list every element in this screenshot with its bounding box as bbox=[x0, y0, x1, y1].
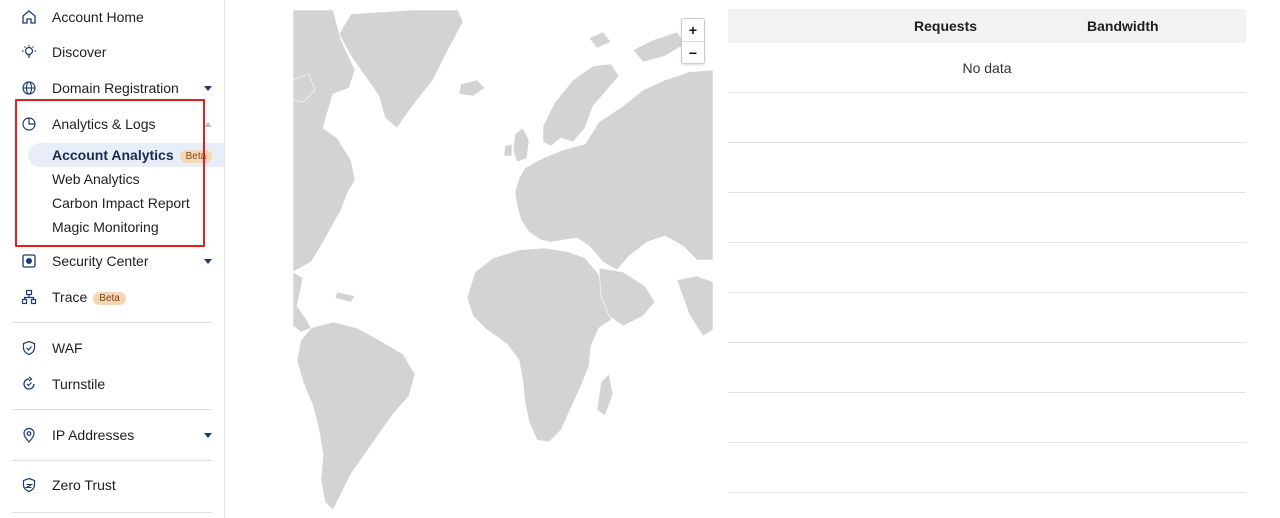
landmass-eurasia bbox=[514, 69, 713, 271]
lightbulb-icon bbox=[20, 43, 38, 61]
sidebar-item-waf[interactable]: WAF bbox=[0, 331, 224, 365]
sidebar-item-label: Turnstile bbox=[52, 376, 106, 392]
column-header-requests[interactable]: Requests bbox=[914, 18, 977, 34]
divider bbox=[12, 409, 212, 410]
beta-badge: Beta bbox=[93, 291, 126, 305]
zero-trust-icon bbox=[20, 476, 38, 494]
table-row-divider bbox=[728, 92, 1246, 93]
landmass-india bbox=[676, 275, 713, 337]
sidebar-item-label: Discover bbox=[52, 44, 107, 60]
table-row-divider bbox=[728, 192, 1246, 193]
highlight-box bbox=[15, 99, 205, 247]
sidebar: Account Home Discover Domain Registratio… bbox=[0, 0, 225, 518]
traffic-table: Requests Bandwidth bbox=[728, 9, 1246, 43]
divider bbox=[12, 322, 212, 323]
divider bbox=[12, 460, 212, 461]
divider bbox=[12, 512, 212, 513]
landmass-caribbean bbox=[334, 291, 356, 303]
waf-shield-icon bbox=[20, 339, 38, 357]
landmass-south-america bbox=[296, 321, 416, 511]
landmass-central-america bbox=[293, 271, 312, 333]
zoom-in-button[interactable]: + bbox=[682, 19, 704, 41]
sidebar-item-label: Trace Beta bbox=[52, 289, 126, 305]
sidebar-item-label: WAF bbox=[52, 340, 83, 356]
trace-icon bbox=[20, 288, 38, 306]
chevron-down-icon[interactable] bbox=[204, 258, 212, 264]
table-row-divider bbox=[728, 292, 1246, 293]
sidebar-item-security-center[interactable]: Security Center bbox=[0, 244, 224, 278]
globe-icon bbox=[20, 79, 38, 97]
location-pin-icon bbox=[20, 426, 38, 444]
sidebar-item-trace[interactable]: Trace Beta bbox=[0, 280, 224, 314]
landmass-north-america bbox=[293, 10, 356, 273]
world-map[interactable] bbox=[293, 10, 713, 518]
table-row-divider bbox=[728, 442, 1246, 443]
sidebar-item-label: Account Home bbox=[52, 9, 144, 25]
home-icon bbox=[20, 8, 38, 26]
world-map-canvas bbox=[293, 10, 713, 511]
landmass-madagascar bbox=[596, 373, 614, 417]
column-header-bandwidth[interactable]: Bandwidth bbox=[1087, 18, 1159, 34]
landmass-iceland bbox=[458, 79, 486, 97]
sidebar-item-label: Security Center bbox=[52, 253, 149, 269]
table-row-divider bbox=[728, 492, 1246, 493]
landmass-svalbard bbox=[588, 31, 612, 49]
landmass-british-isles bbox=[512, 127, 530, 163]
chevron-up-icon[interactable] bbox=[204, 121, 212, 127]
table-row-divider bbox=[728, 392, 1246, 393]
zoom-out-button[interactable]: − bbox=[682, 41, 704, 64]
sidebar-item-discover[interactable]: Discover bbox=[0, 35, 224, 69]
empty-state-text: No data bbox=[962, 60, 1012, 76]
sidebar-item-account-home[interactable]: Account Home bbox=[0, 0, 224, 34]
chevron-down-icon[interactable] bbox=[204, 85, 212, 91]
sidebar-item-turnstile[interactable]: Turnstile bbox=[0, 367, 224, 401]
map-zoom-control: + − bbox=[681, 18, 705, 64]
chevron-down-icon[interactable] bbox=[204, 432, 212, 438]
sidebar-item-label: Domain Registration bbox=[52, 80, 179, 96]
landmass-africa bbox=[466, 247, 616, 443]
landmass-greenland bbox=[338, 10, 464, 129]
trace-label: Trace bbox=[52, 289, 88, 305]
landmass-ireland bbox=[503, 143, 513, 157]
table-row-divider bbox=[728, 242, 1246, 243]
landmass-arctic-islands bbox=[632, 31, 686, 63]
shield-box-icon bbox=[20, 252, 38, 270]
sidebar-item-label: IP Addresses bbox=[52, 427, 135, 443]
table-header: Requests Bandwidth bbox=[728, 9, 1246, 43]
sidebar-item-ip-addresses[interactable]: IP Addresses bbox=[0, 418, 224, 452]
table-row-divider bbox=[728, 142, 1246, 143]
table-row-divider bbox=[728, 342, 1246, 343]
turnstile-icon bbox=[20, 375, 38, 393]
sidebar-item-label: Zero Trust bbox=[52, 477, 116, 493]
sidebar-item-zero-trust[interactable]: Zero Trust bbox=[0, 468, 224, 502]
